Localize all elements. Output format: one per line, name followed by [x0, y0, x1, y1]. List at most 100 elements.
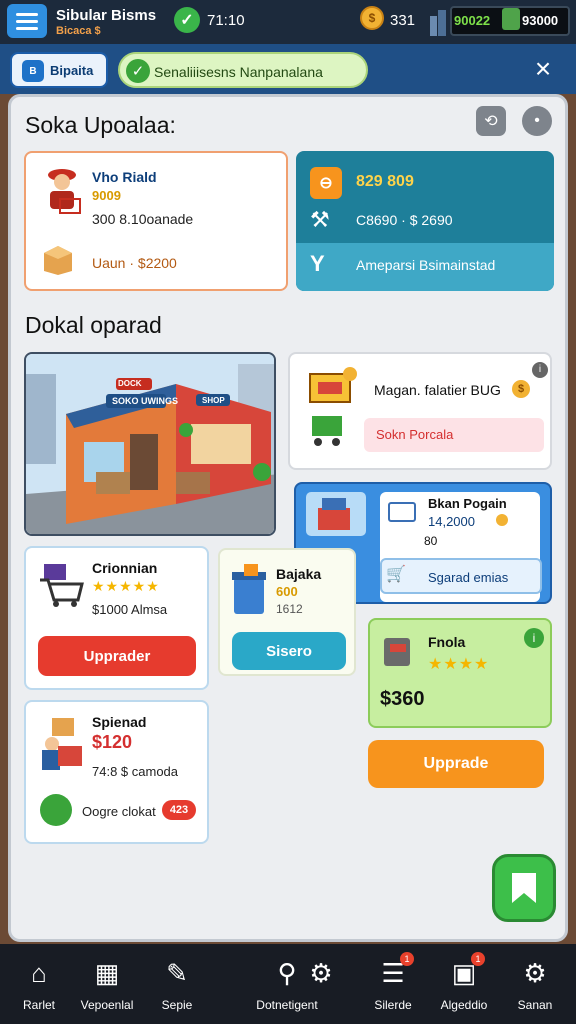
- nav-item-gear[interactable]: ⚙: [285, 952, 357, 1018]
- nav-item-store[interactable]: ▦ Vepoenlal: [71, 952, 143, 1018]
- cart-price: $1000 Almsa: [92, 602, 168, 617]
- blue-card-amount: 14,2000: [428, 514, 475, 529]
- nav-badge: 1: [400, 952, 414, 966]
- nav-item-list[interactable]: ☰ 1 Silerde: [357, 952, 429, 1018]
- box-price: $120: [92, 732, 133, 752]
- city-icon: [430, 10, 446, 36]
- bookmark-button[interactable]: [492, 854, 556, 922]
- gear-icon: ⚙: [309, 957, 333, 988]
- upgrade-orange-button[interactable]: Upprade: [368, 740, 544, 788]
- clock-value: 71:10: [207, 12, 245, 29]
- box-card[interactable]: Spienad $120 74:8 $ camoda Oogre clokat …: [24, 700, 209, 844]
- bin-icon: [232, 564, 266, 614]
- store-illustration[interactable]: DOCK SOKO UWINGS SHOP: [24, 352, 276, 536]
- nav-label: Rarlet: [22, 998, 55, 1012]
- notification-text: Senaliiisesns Nanpanalana: [154, 64, 323, 80]
- nav-item-pen[interactable]: ✎ Sepie: [141, 952, 213, 1018]
- plant-icon: [40, 794, 72, 826]
- cart-icon: 🛒: [386, 566, 406, 583]
- cart-stars: ★★★★★: [92, 578, 160, 594]
- store-sign-side: SHOP: [202, 396, 225, 405]
- bin-title: Bajaka: [276, 566, 322, 582]
- cash-value-2: 93000: [522, 13, 559, 28]
- clock-icon: ✓: [174, 7, 200, 33]
- wrench-icon: ⚒: [310, 207, 330, 232]
- cart-card[interactable]: Crionnian ★★★★★ $1000 Almsa Upprader: [24, 546, 209, 690]
- nav-label: Algeddio: [440, 998, 488, 1012]
- finance-card[interactable]: ⊖ 829 809 ⚒ C8690 · $ 2690 Y Ameparsi Bs…: [296, 151, 554, 291]
- close-icon[interactable]: ×: [530, 55, 556, 83]
- wallet-icon: ⊖: [310, 167, 342, 199]
- store-sign-top: DOCK: [118, 379, 142, 388]
- info-icon[interactable]: i: [524, 628, 544, 648]
- list-icon: ☰ 1: [376, 952, 414, 990]
- shield-icon: B: [22, 60, 44, 82]
- tab-main[interactable]: B Bipaita: [10, 52, 108, 88]
- service-button[interactable]: Sisero: [232, 632, 346, 670]
- check-icon: ✓: [126, 59, 150, 83]
- bin-value2: 1612: [276, 602, 303, 616]
- blue-card-title: Bkan Pogain: [428, 496, 507, 511]
- finance-range: C8690 · $ 2690: [356, 212, 453, 228]
- delivery-icon: [42, 718, 82, 770]
- settings-icon: ⚙: [523, 957, 547, 988]
- store-image: [26, 354, 274, 534]
- green-title: Fnola: [428, 634, 466, 650]
- coin-icon: [496, 514, 508, 526]
- page-title: Soka Upoalaa:: [25, 112, 176, 138]
- finance-amount: 829 809: [356, 173, 414, 190]
- app-subtitle: Bicaca $: [56, 25, 101, 37]
- info-button[interactable]: •: [522, 106, 552, 136]
- bookmark-icon: [512, 873, 536, 903]
- box-badge[interactable]: 423: [162, 800, 196, 820]
- wallet-icon: [502, 8, 520, 30]
- billboard-icon: [309, 367, 357, 446]
- magazine-pill[interactable]: Sokn Porcala: [376, 427, 453, 442]
- refresh-button[interactable]: ⟲: [476, 106, 506, 136]
- photo-icon: ▣ 1: [447, 952, 485, 990]
- nav-badge: 1: [471, 952, 485, 966]
- bin-value1: 600: [276, 584, 298, 599]
- nav-label: Sepie: [161, 998, 193, 1012]
- box-title: Spienad: [92, 714, 147, 730]
- coin-icon: $: [512, 380, 530, 398]
- nav-item-home[interactable]: ⌂ Rarlet: [3, 952, 75, 1018]
- box-detail: 74:8 $ camoda: [92, 764, 179, 779]
- shopkeeper-icon: [48, 169, 81, 214]
- app-title: Sibular Bisms: [56, 7, 157, 24]
- coins-value: 331: [390, 12, 416, 29]
- store-sign-main: SOKO UWINGS: [112, 396, 179, 406]
- nav-label: Silerde: [374, 998, 412, 1012]
- blue-card-pill[interactable]: Sgarad emias: [428, 570, 508, 585]
- nav-label: Vepoenlal: [80, 998, 134, 1012]
- menu-button[interactable]: [7, 4, 47, 38]
- blue-card-sub: 80: [424, 534, 438, 548]
- info-icon[interactable]: i: [532, 362, 548, 378]
- staff-stat: 300 8.10oanade: [92, 211, 194, 227]
- nav-label: Sanan: [517, 998, 553, 1012]
- nav-item-settings[interactable]: ⚙ Sanan: [499, 952, 571, 1018]
- nav-item-photo[interactable]: ▣ 1 Algeddio: [428, 952, 500, 1018]
- home-icon: ⌂: [31, 957, 47, 988]
- pen-icon: ✎: [166, 957, 188, 988]
- green-card[interactable]: Fnola ★★★★ i $360: [368, 618, 552, 728]
- scale-icon: [384, 638, 410, 666]
- upgrade-button[interactable]: Upprader: [38, 636, 196, 676]
- coin-icon: $: [360, 6, 384, 30]
- bin-card[interactable]: Bajaka 600 1612 Sisero: [218, 548, 356, 676]
- green-stars: ★★★★: [428, 656, 490, 673]
- card-icon: [388, 502, 416, 522]
- tab-label: Bipaita: [50, 63, 94, 78]
- staff-rating: 9009: [92, 188, 121, 203]
- fork-icon: Y: [310, 251, 325, 276]
- cart-title: Crionnian: [92, 560, 158, 576]
- staff-card[interactable]: Vho Riald 9009 300 8.10oanade Uaun · $22…: [24, 151, 288, 291]
- magazine-card[interactable]: Magan. falatier BUG $ i Sokn Porcala: [288, 352, 552, 470]
- staff-name: Vho Riald: [92, 169, 157, 185]
- magazine-title: Magan. falatier BUG: [374, 382, 501, 398]
- green-price: $360: [380, 688, 425, 710]
- staff-item: Uaun · $2200: [92, 255, 177, 271]
- shopping-cart-icon: [40, 564, 84, 607]
- notification-pill[interactable]: ✓ Senaliiisesns Nanpanalana: [118, 52, 368, 88]
- box-pill-text: Oogre clokat: [82, 804, 156, 819]
